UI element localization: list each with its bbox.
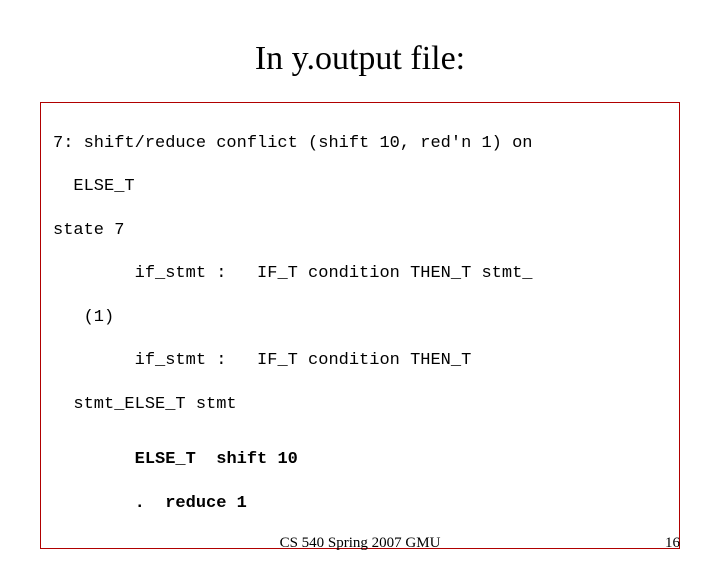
code-line: if_stmt : IF_T condition THEN_T (53, 350, 667, 372)
code-line: state 7 (53, 220, 667, 242)
code-box: 7: shift/reduce conflict (shift 10, red'… (40, 102, 680, 549)
code-line-bold: ELSE_T shift 10 (53, 449, 667, 471)
page-number: 16 (665, 535, 680, 552)
code-line: 7: shift/reduce conflict (shift 10, red'… (53, 133, 667, 155)
code-line: (1) (53, 307, 667, 329)
code-line: if_stmt : IF_T condition THEN_T stmt_ (53, 263, 667, 285)
code-line: stmt_ELSE_T stmt (53, 394, 667, 416)
slide-title: In y.output file: (0, 40, 720, 78)
footer-course: CS 540 Spring 2007 GMU (0, 535, 720, 552)
code-line: ELSE_T (53, 176, 667, 198)
code-line-bold: . reduce 1 (53, 493, 667, 515)
